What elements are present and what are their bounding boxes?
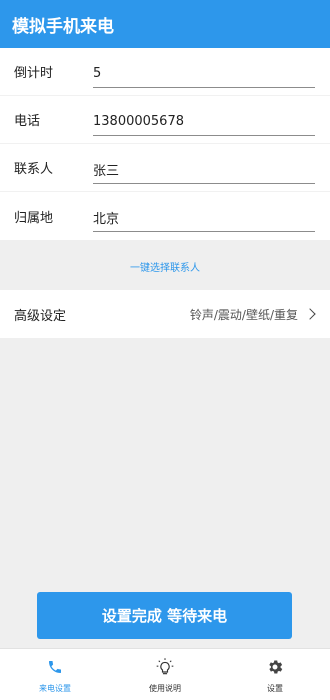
bottom-nav: 来电设置 使用说明 设置 — [0, 648, 330, 700]
gear-icon — [264, 656, 286, 678]
nav-label-settings: 设置 — [267, 684, 283, 693]
advanced-settings-summary: 铃声/震动/壁纸/重复 — [189, 307, 298, 322]
chevron-right-icon — [304, 308, 316, 320]
call-settings-form: 倒计时 电话 联系人 归属地 — [0, 48, 330, 240]
confirm-wait-call-button[interactable]: 设置完成 等待来电 — [37, 592, 292, 639]
advanced-settings-row[interactable]: 高级设定 铃声/震动/壁纸/重复 — [0, 290, 330, 338]
nav-item-instructions[interactable]: 使用说明 — [110, 649, 220, 700]
location-input[interactable] — [93, 204, 315, 232]
nav-label-instructions: 使用说明 — [149, 684, 181, 693]
countdown-label: 倒计时 — [14, 66, 54, 81]
phone-input[interactable] — [93, 108, 315, 136]
lightbulb-icon — [154, 656, 176, 678]
countdown-row: 倒计时 — [0, 48, 330, 96]
countdown-input[interactable] — [93, 60, 315, 88]
contact-label: 联系人 — [14, 162, 54, 177]
app-bar: 模拟手机来电 — [0, 0, 330, 48]
contact-input[interactable] — [93, 156, 315, 184]
contact-row: 联系人 — [0, 144, 330, 192]
advanced-settings-label: 高级设定 — [14, 308, 67, 324]
phone-row: 电话 — [0, 96, 330, 144]
phone-label: 电话 — [14, 114, 41, 129]
location-row: 归属地 — [0, 192, 330, 240]
app-title: 模拟手机来电 — [12, 16, 114, 37]
phone-icon — [44, 656, 66, 678]
pick-contact-link[interactable]: 一键选择联系人 — [0, 242, 330, 290]
nav-label-call-settings: 来电设置 — [39, 684, 71, 693]
nav-item-call-settings[interactable]: 来电设置 — [0, 649, 110, 700]
nav-item-settings[interactable]: 设置 — [220, 649, 330, 700]
location-label: 归属地 — [14, 210, 54, 226]
